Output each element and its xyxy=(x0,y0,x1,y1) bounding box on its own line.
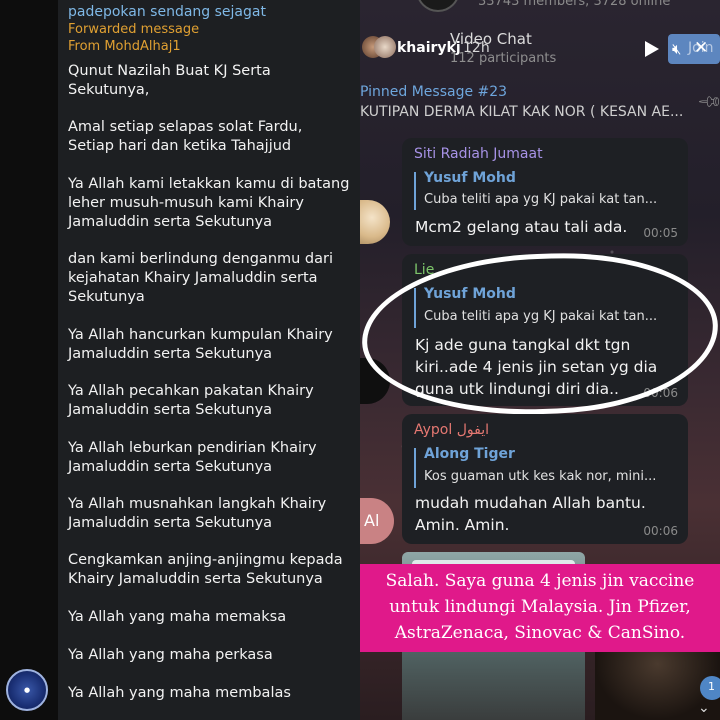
reply-quote-text[interactable]: Kos guaman utk kes kak nor, mini... xyxy=(424,469,672,484)
member-count: 33743 members, 3728 online xyxy=(478,0,671,9)
reply-quote-bar xyxy=(414,448,416,488)
message-line: dan kami berlindung denganmu dari xyxy=(68,251,334,267)
group-chat-panel: 33743 members, 3728 online Video Chat 11… xyxy=(360,0,720,720)
message-paragraph: Ya Allah leburkan pendirian Khairy Jamalu… xyxy=(68,439,356,477)
forwarded-label: Forwarded message xyxy=(68,22,200,37)
story-caption: Salah. Saya guna 4 jenis jin vaccine unt… xyxy=(360,564,720,652)
participant-avatar xyxy=(374,36,396,58)
message-line: Amal setiap selapas solat Fardu, xyxy=(68,119,303,135)
message-paragraph: Ya Allah kami letakkan kamu di batang leh… xyxy=(68,175,356,232)
message-line: Sekutunya, xyxy=(68,82,150,98)
message-paragraph: Ya Allah yang maha perkasa xyxy=(68,646,356,665)
message-line: Jamaluddin serta Sekutunya xyxy=(68,214,273,230)
message-paragraph: Ya Allah pecahkan pakatan Khairy Jamaludd… xyxy=(68,382,356,420)
caption-line: Salah. Saya guna 4 jenis jin vaccine xyxy=(385,571,695,591)
message-line: Jamaluddin serta Sekutunya xyxy=(68,402,273,418)
caption-line: untuk lindungi Malaysia. Jin Pfizer, xyxy=(389,597,691,617)
message-line: Ya Allah musnahkan langkah Khairy xyxy=(68,496,327,512)
reply-quote-bar xyxy=(414,172,416,210)
message-line: Cengkamkan anjing-anjingmu kepada xyxy=(68,552,343,568)
message-line: Ya Allah yang maha memaksa xyxy=(68,609,287,625)
message-paragraph: Ya Allah yang maha memaksa xyxy=(68,608,356,627)
message-line: Ya Allah yang maha membalas xyxy=(68,685,291,701)
message-line: Ya Allah leburkan pendirian Khairy xyxy=(68,440,317,456)
message-paragraph: Ya Allah yang maha membalas xyxy=(68,684,356,703)
reply-quote-text[interactable]: Cuba teliti apa yg KJ pakai kat tan... xyxy=(424,192,672,207)
close-icon[interactable]: ✕ xyxy=(694,38,708,58)
message-time: 00:05 xyxy=(643,226,678,240)
message-line: Ya Allah hancurkan kumpulan Khairy xyxy=(68,327,333,343)
message-sender[interactable]: Siti Radiah Jumaat xyxy=(414,146,543,162)
message-time: 00:06 xyxy=(643,524,678,538)
unread-count: 1 xyxy=(708,680,715,693)
message-line: Amin. Amin. xyxy=(415,516,510,534)
unread-badge[interactable]: 1 xyxy=(700,676,720,700)
avatar-initials: Al xyxy=(364,511,380,530)
play-icon[interactable] xyxy=(645,41,659,57)
message-line: Ya Allah kami letakkan kamu di batang xyxy=(68,176,350,192)
reply-quote-author[interactable]: Along Tiger xyxy=(424,446,515,462)
forwarded-from[interactable]: From MohdAlhaj1 xyxy=(68,39,181,54)
message-body: Mcm2 gelang atau tali ada. xyxy=(415,216,680,238)
message-line: Khairy Jamaluddin serta Sekutunya xyxy=(68,571,323,587)
message-line: Mcm2 gelang atau tali ada. xyxy=(415,218,628,236)
message-line: Jamaluddin serta Sekutunya xyxy=(68,459,273,475)
message-line: Ya Allah yang maha perkasa xyxy=(68,647,273,663)
forwarded-message-panel: padepokan sendang sejagat Forwarded mess… xyxy=(0,0,360,720)
speaker-muted-icon[interactable]: 🔇︎ xyxy=(672,40,681,58)
pinned-message-title[interactable]: Pinned Message #23 xyxy=(360,84,507,100)
chat-message[interactable]: Siti Radiah Jumaat Yusuf Mohd Cuba telit… xyxy=(402,138,688,246)
message-line: Setiap hari dan ketika Tahajjud xyxy=(68,138,292,154)
message-line: Jamaluddin serta Sekutunya xyxy=(68,515,273,531)
message-line: kejahatan Khairy Jamaluddin serta xyxy=(68,270,318,286)
reply-quote-author[interactable]: Yusuf Mohd xyxy=(424,170,516,186)
channel-name[interactable]: padepokan sendang sejagat xyxy=(68,4,266,20)
message-line: mudah mudahan Allah bantu. xyxy=(415,494,646,512)
message-paragraph: dan kami berlindung denganmu dari kejahat… xyxy=(68,250,356,307)
message-line: Sekutunya xyxy=(68,289,145,305)
message-paragraph: Qunut Nazilah Buat KJ Serta Sekutunya, xyxy=(68,62,356,100)
instagram-username[interactable]: khairykj xyxy=(397,40,461,56)
chat-message[interactable]: Aypol ايفول Along Tiger Kos guaman utk k… xyxy=(402,414,688,544)
message-paragraph: Ya Allah musnahkan langkah Khairy Jamalud… xyxy=(68,495,356,533)
message-line: Qunut Nazilah Buat KJ Serta xyxy=(68,63,271,79)
channel-logo-icon: ● xyxy=(6,669,48,711)
message-line: leher musuh-musuh kami Khairy xyxy=(68,195,304,211)
message-sender[interactable]: Aypol ايفول xyxy=(414,422,489,438)
caption-line: AstraZenaca, Sinovac & CanSino. xyxy=(394,623,686,643)
message-body: mudah mudahan Allah bantu. Amin. Amin. xyxy=(415,492,680,536)
message-paragraph: Cengkamkan anjing-anjingmu kepada Khairy … xyxy=(68,551,356,589)
chevron-down-icon[interactable]: ⌄ xyxy=(698,700,710,716)
pinned-message-text[interactable]: KUTIPAN DERMA KILAT KAK NOR ( KESAN AE..… xyxy=(360,104,698,120)
instagram-timestamp: 12h xyxy=(463,40,490,56)
message-line: Ya Allah pecahkan pakatan Khairy xyxy=(68,383,314,399)
message-paragraph: Ya Allah hancurkan kumpulan Khairy Jamalu… xyxy=(68,326,356,364)
message-paragraph: Amal setiap selapas solat Fardu, Setiap h… xyxy=(68,118,356,156)
message-line: Jamaluddin serta Sekutunya xyxy=(68,346,273,362)
